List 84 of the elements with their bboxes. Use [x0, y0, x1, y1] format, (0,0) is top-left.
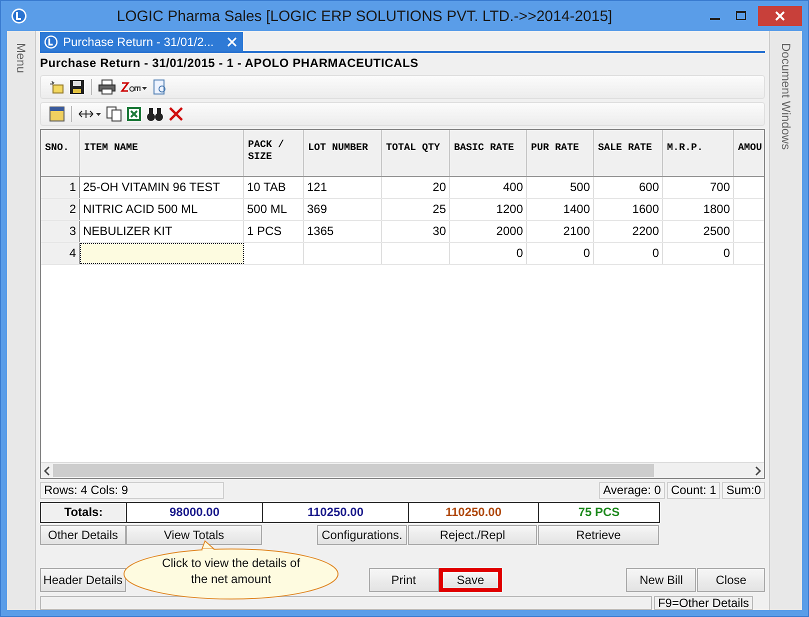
form-button[interactable]: New Bill: [626, 568, 696, 592]
table-cell: 20: [382, 177, 450, 198]
table-cell: 1365: [304, 221, 382, 242]
action-button[interactable]: Reject./Repl: [408, 525, 537, 545]
count-status: Count: 1: [666, 482, 720, 499]
column-header[interactable]: PUR RATE: [527, 130, 594, 176]
table-cell: 700: [663, 177, 734, 198]
row-number: 2: [41, 199, 80, 220]
table-cell: 1800: [663, 199, 734, 220]
table-cell: 2200: [594, 221, 663, 242]
preview-icon[interactable]: [152, 79, 168, 95]
action-button[interactable]: View Totals: [126, 525, 262, 545]
close-button[interactable]: [758, 6, 802, 26]
column-header[interactable]: M.R.P.: [663, 130, 734, 176]
copy-icon[interactable]: [106, 106, 122, 122]
close-icon[interactable]: [226, 36, 237, 46]
table-cell: NITRIC ACID 500 ML: [80, 199, 244, 220]
table-cell: 1 PCS: [244, 221, 304, 242]
action-button[interactable]: Configurations.: [317, 525, 407, 545]
column-header[interactable]: BASIC RATE: [450, 130, 527, 176]
window-title: LOGIC Pharma Sales [LOGIC ERP SOLUTIONS PVT. LTD.->>2014-2015]: [116, 8, 614, 24]
horizontal-scrollbar[interactable]: [41, 462, 764, 478]
document-heading: Purchase Return - 31/01/2015 - 1 - APOLO PHARMACEUTICALS: [40, 55, 420, 72]
table-cell: 25-OH VITAMIN 96 TEST: [80, 177, 244, 198]
document-windows-panel-label[interactable]: Document Windows: [779, 43, 793, 150]
row-number: 3: [41, 221, 80, 242]
table-cell: 1200: [450, 199, 527, 220]
action-button[interactable]: Retrieve: [538, 525, 659, 545]
zoom-dropdown-icon[interactable]: [120, 79, 148, 95]
table-cell: 500: [527, 177, 594, 198]
spreadsheet-icon[interactable]: [126, 106, 142, 122]
column-header[interactable]: LOT NUMBER: [304, 130, 382, 176]
total-value: 110250.00: [408, 502, 539, 523]
form-button[interactable]: Print: [368, 568, 439, 592]
row-number: 1: [41, 177, 80, 198]
column-header[interactable]: SALE RATE: [594, 130, 663, 176]
table-cell: 500 ML: [244, 199, 304, 220]
table-cell: 369: [304, 199, 382, 220]
total-value: 75 PCS: [538, 502, 660, 523]
delete-icon[interactable]: [168, 106, 184, 122]
column-header[interactable]: ITEM NAME: [80, 130, 244, 176]
menu-panel-label[interactable]: Menu: [14, 43, 28, 74]
rows-cols-status: Rows: 4 Cols: 9: [40, 482, 224, 499]
total-value: 98000.00: [126, 502, 263, 523]
table-cell: NEBULIZER KIT: [80, 221, 244, 242]
tooltip-callout: Click to view the details of the net amount: [122, 540, 340, 600]
app-logo-icon: [11, 8, 27, 24]
binoculars-icon[interactable]: [146, 106, 164, 122]
table-cell: 2000: [450, 221, 527, 242]
item-name-input[interactable]: [80, 243, 244, 264]
table-cell: 400: [450, 177, 527, 198]
form-button[interactable]: Close: [697, 568, 765, 592]
form-button[interactable]: Save: [438, 568, 502, 592]
table-cell: 1600: [594, 199, 663, 220]
action-button[interactable]: Other Details: [40, 525, 126, 545]
shortcut-hint: F9=Other Details: [654, 596, 753, 610]
table-cell: 2100: [527, 221, 594, 242]
column-header[interactable]: PACK / SIZE: [244, 130, 304, 176]
sum-status: Sum:0: [722, 482, 765, 499]
new-document-icon[interactable]: [49, 79, 65, 95]
close-icon: [774, 10, 786, 22]
table-cell: 25: [382, 199, 450, 220]
table-cell: 121: [304, 177, 382, 198]
form-icon[interactable]: [49, 106, 65, 122]
table-cell: 0: [527, 243, 594, 264]
row-number: 4: [41, 243, 80, 264]
form-button[interactable]: Header Details: [40, 568, 126, 592]
average-status: Average: 0: [599, 482, 665, 499]
table-cell: 600: [594, 177, 663, 198]
table-cell: 0: [663, 243, 734, 264]
app-logo-icon: [44, 34, 58, 48]
total-value: 110250.00: [262, 502, 409, 523]
table-cell: 30: [382, 221, 450, 242]
column-header[interactable]: TOTAL QTY: [382, 130, 450, 176]
column-header[interactable]: SNO.: [41, 130, 80, 176]
table-cell: 0: [594, 243, 663, 264]
document-tab[interactable]: Purchase Return - 31/01/2...: [40, 32, 243, 51]
totals-label: Totals:: [40, 502, 127, 523]
printer-icon[interactable]: [98, 79, 116, 95]
table-cell: 0: [450, 243, 527, 264]
table-cell: 10 TAB: [244, 177, 304, 198]
save-icon[interactable]: [69, 79, 85, 95]
table-cell: 1400: [527, 199, 594, 220]
table-cell: 2500: [663, 221, 734, 242]
